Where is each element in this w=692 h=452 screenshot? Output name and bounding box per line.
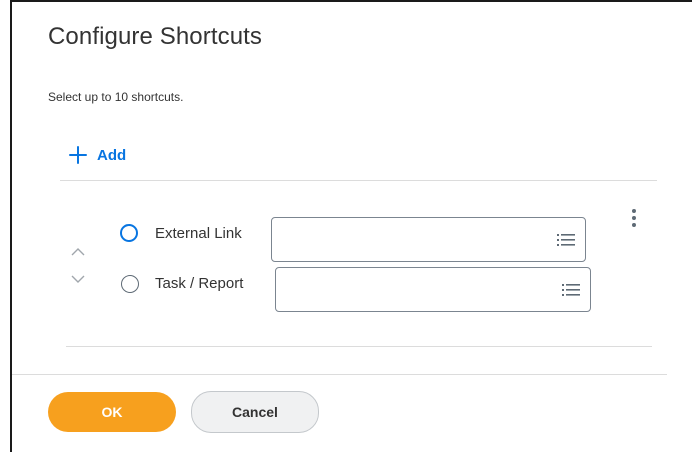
ok-button[interactable]: OK bbox=[48, 392, 176, 432]
plus-icon bbox=[69, 146, 87, 164]
kebab-dot bbox=[632, 216, 636, 220]
window-border-top bbox=[10, 0, 692, 2]
radio-label-task-report: Task / Report bbox=[155, 275, 244, 292]
footer-divider bbox=[12, 374, 667, 375]
radio-external-link[interactable] bbox=[120, 224, 138, 242]
dialog-title: Configure Shortcuts bbox=[48, 23, 263, 50]
kebab-dot bbox=[632, 209, 636, 213]
external-link-prompt[interactable] bbox=[271, 217, 586, 262]
move-down-button[interactable] bbox=[70, 272, 86, 284]
task-report-prompt[interactable] bbox=[275, 267, 591, 312]
radio-label-external-link: External Link bbox=[155, 225, 242, 242]
divider-bottom bbox=[66, 346, 652, 347]
add-shortcut-label: Add bbox=[97, 146, 127, 164]
dialog-subtitle: Select up to 10 shortcuts. bbox=[48, 90, 184, 104]
divider-top bbox=[60, 180, 657, 181]
kebab-dot bbox=[632, 223, 636, 227]
chevron-up-icon bbox=[71, 248, 85, 256]
move-up-button[interactable] bbox=[70, 245, 86, 257]
add-shortcut-button[interactable]: Add bbox=[68, 143, 126, 167]
radio-task-report[interactable] bbox=[121, 275, 139, 293]
task-report-input[interactable] bbox=[276, 268, 560, 311]
external-link-input[interactable] bbox=[272, 218, 556, 261]
list-icon[interactable] bbox=[562, 282, 580, 298]
chevron-down-icon bbox=[71, 275, 85, 283]
cancel-button[interactable]: Cancel bbox=[191, 391, 319, 433]
kebab-menu-icon[interactable] bbox=[629, 209, 639, 233]
window-border-left bbox=[10, 0, 12, 452]
list-icon[interactable] bbox=[557, 232, 575, 248]
